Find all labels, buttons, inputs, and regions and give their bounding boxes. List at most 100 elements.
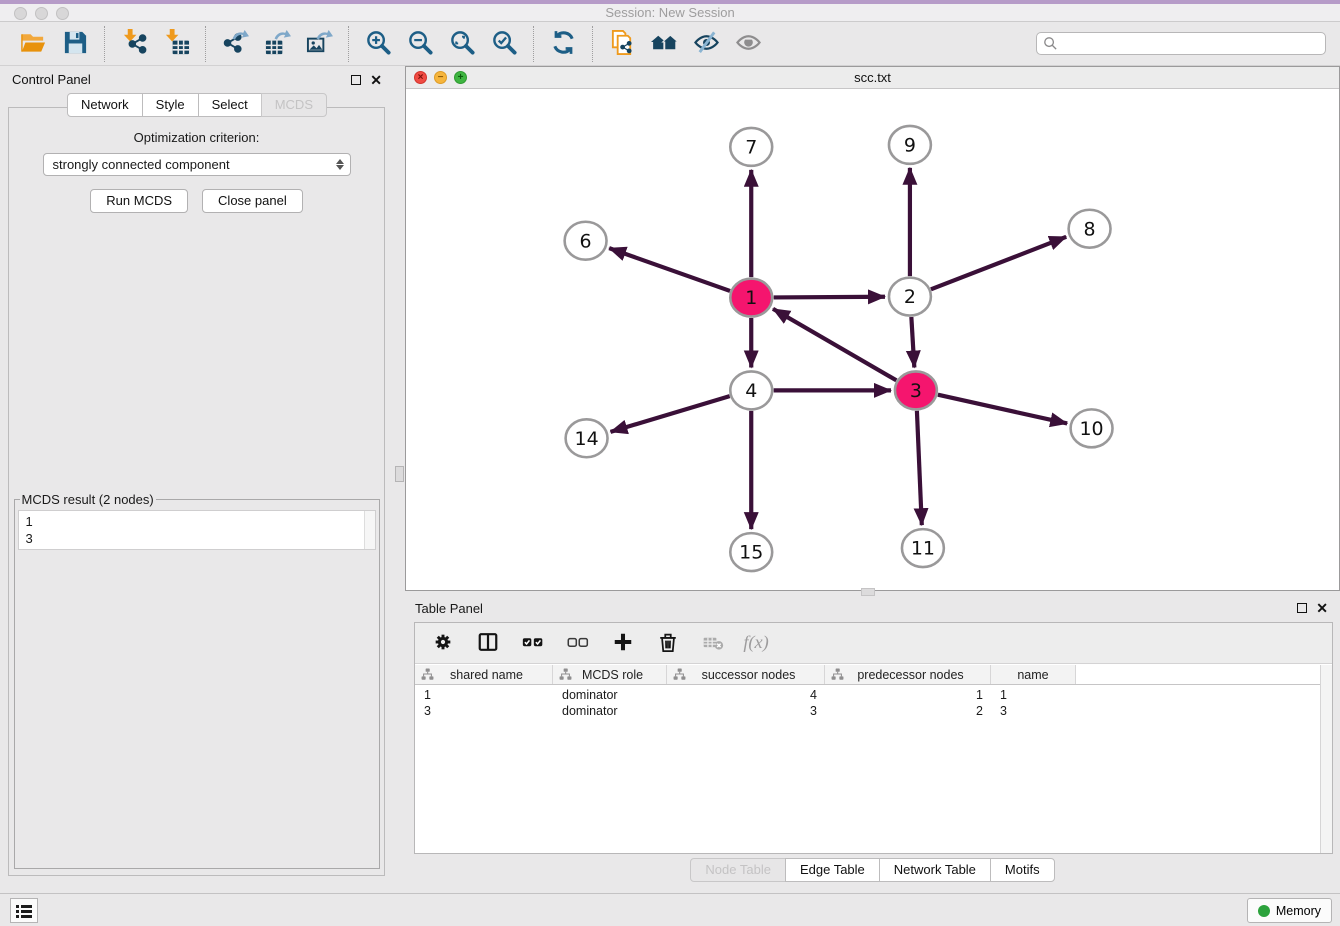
graph-node-11[interactable]: 11 [902,529,944,567]
column-header-label: name [1017,668,1048,682]
float-table-panel-icon[interactable] [1297,603,1307,613]
memory-button[interactable]: Memory [1247,898,1332,923]
zoom-selected-button[interactable] [488,28,520,60]
graph-node-4[interactable]: 4 [730,371,772,409]
open-network-file-icon [609,29,636,59]
table-tabs: Node TableEdge TableNetwork TableMotifs [405,858,1340,882]
table-settings-gear-button[interactable] [430,630,456,656]
split-column-view-button[interactable] [475,630,501,656]
hide-graphics-details-button[interactable] [690,28,722,60]
export-table-button[interactable] [261,28,293,60]
graph-edge-3-1[interactable] [773,309,896,380]
result-scrollbar[interactable] [364,511,375,549]
graph-node-3[interactable]: 3 [895,371,937,409]
split-column-view-icon [477,631,499,656]
tab-mcds[interactable]: MCDS [261,93,327,117]
graph-node-7[interactable]: 7 [730,128,772,166]
import-network-icon [121,29,148,59]
table-tab-network-table[interactable]: Network Table [879,858,991,882]
graph-node-10[interactable]: 10 [1071,409,1113,447]
delete-column-trash-button[interactable] [655,630,681,656]
table-cell: 3 [415,704,553,718]
open-network-file-button[interactable] [606,28,638,60]
graph-node-label: 1 [745,287,757,309]
run-mcds-button[interactable]: Run MCDS [90,189,188,213]
graph-node-14[interactable]: 14 [566,419,608,457]
close-panel-icon[interactable]: ✕ [370,75,382,85]
refresh-layout-button[interactable] [547,28,579,60]
window-traffic-lights[interactable] [14,7,69,20]
mcds-result-box[interactable]: 13 [18,510,376,550]
table-panel-inner: f(x) shared nameMCDS rolesuccessor nodes… [414,622,1333,854]
import-table-button[interactable] [160,28,192,60]
table-tab-edge-table[interactable]: Edge Table [785,858,880,882]
close-panel-button[interactable]: Close panel [202,189,303,213]
graph-edge-1-6[interactable] [609,248,730,291]
graph-edge-3-10[interactable] [938,395,1067,424]
zoom-fit-button[interactable] [446,28,478,60]
network-close-button[interactable]: × [414,71,427,84]
graph-node-label: 6 [580,230,592,252]
table-cell: dominator [553,704,667,718]
graph-edge-2-8[interactable] [931,237,1066,290]
graph-edge-3-11[interactable] [917,411,922,525]
float-panel-icon[interactable] [351,75,361,85]
network-graph: 7 9 6 8 1 2 4 3 14 10 15 11 [406,89,1339,590]
task-history-button[interactable] [10,898,38,923]
table-tab-node-table[interactable]: Node Table [690,858,786,882]
graph-edge-2-3[interactable] [911,317,914,367]
criterion-dropdown[interactable]: strongly connected component [43,153,351,176]
window-zoom-button[interactable] [56,7,69,20]
search-input[interactable] [1036,32,1326,55]
network-maximize-button[interactable]: + [454,71,467,84]
import-table-icon [163,29,190,59]
vertical-splitter-handle[interactable] [395,466,404,482]
table-scrollbar[interactable] [1320,665,1332,853]
select-all-checkboxes-button[interactable] [520,630,546,656]
show-graphics-details-icon [735,29,762,59]
zoom-in-button[interactable] [362,28,394,60]
export-network-button[interactable] [219,28,251,60]
table-cell: 3 [991,704,1076,718]
graph-node-8[interactable]: 8 [1069,210,1111,248]
graph-node-9[interactable]: 9 [889,126,931,164]
column-header-MCDS-role[interactable]: MCDS role [553,665,667,684]
graph-node-15[interactable]: 15 [730,533,772,571]
import-network-button[interactable] [118,28,150,60]
table-tab-motifs[interactable]: Motifs [990,858,1055,882]
network-view-window: × − + scc.txt 7968124314101511 [405,66,1340,591]
show-graphics-details-button[interactable] [732,28,764,60]
save-session-button[interactable] [59,28,91,60]
close-table-panel-icon[interactable]: ✕ [1316,603,1328,613]
function-builder-fx-button: f(x) [745,630,771,656]
window-minimize-button[interactable] [35,7,48,20]
graph-node-1[interactable]: 1 [730,279,772,317]
table-row[interactable]: 1dominator411 [415,687,1320,703]
home-button[interactable] [648,28,680,60]
node-table: shared nameMCDS rolesuccessor nodesprede… [415,665,1320,853]
graph-edge-1-2[interactable] [774,297,885,298]
tab-style[interactable]: Style [142,93,199,117]
add-column-button[interactable] [610,630,636,656]
toolbar-group [348,26,533,62]
network-minimize-button[interactable]: − [434,71,447,84]
column-header-predecessor-nodes[interactable]: predecessor nodes [825,665,991,684]
table-row[interactable]: 3dominator323 [415,703,1320,719]
window-close-button[interactable] [14,7,27,20]
graph-edge-4-14[interactable] [611,396,730,432]
zoom-out-button[interactable] [404,28,436,60]
graph-node-2[interactable]: 2 [889,278,931,316]
column-header-shared-name[interactable]: shared name [415,665,553,684]
tab-network[interactable]: Network [67,93,143,117]
table-cell: 1 [415,688,553,702]
tab-select[interactable]: Select [198,93,262,117]
column-header-name[interactable]: name [991,665,1076,684]
graph-node-6[interactable]: 6 [565,222,607,260]
deselect-all-checkboxes-button[interactable] [565,630,591,656]
zoom-selected-icon [491,29,518,59]
export-image-button[interactable] [303,28,335,60]
deselect-all-checkboxes-icon [567,631,589,656]
network-canvas[interactable]: 7 9 6 8 1 2 4 3 14 10 15 11 [406,89,1339,590]
column-header-successor-nodes[interactable]: successor nodes [667,665,825,684]
open-file-button[interactable] [17,28,49,60]
